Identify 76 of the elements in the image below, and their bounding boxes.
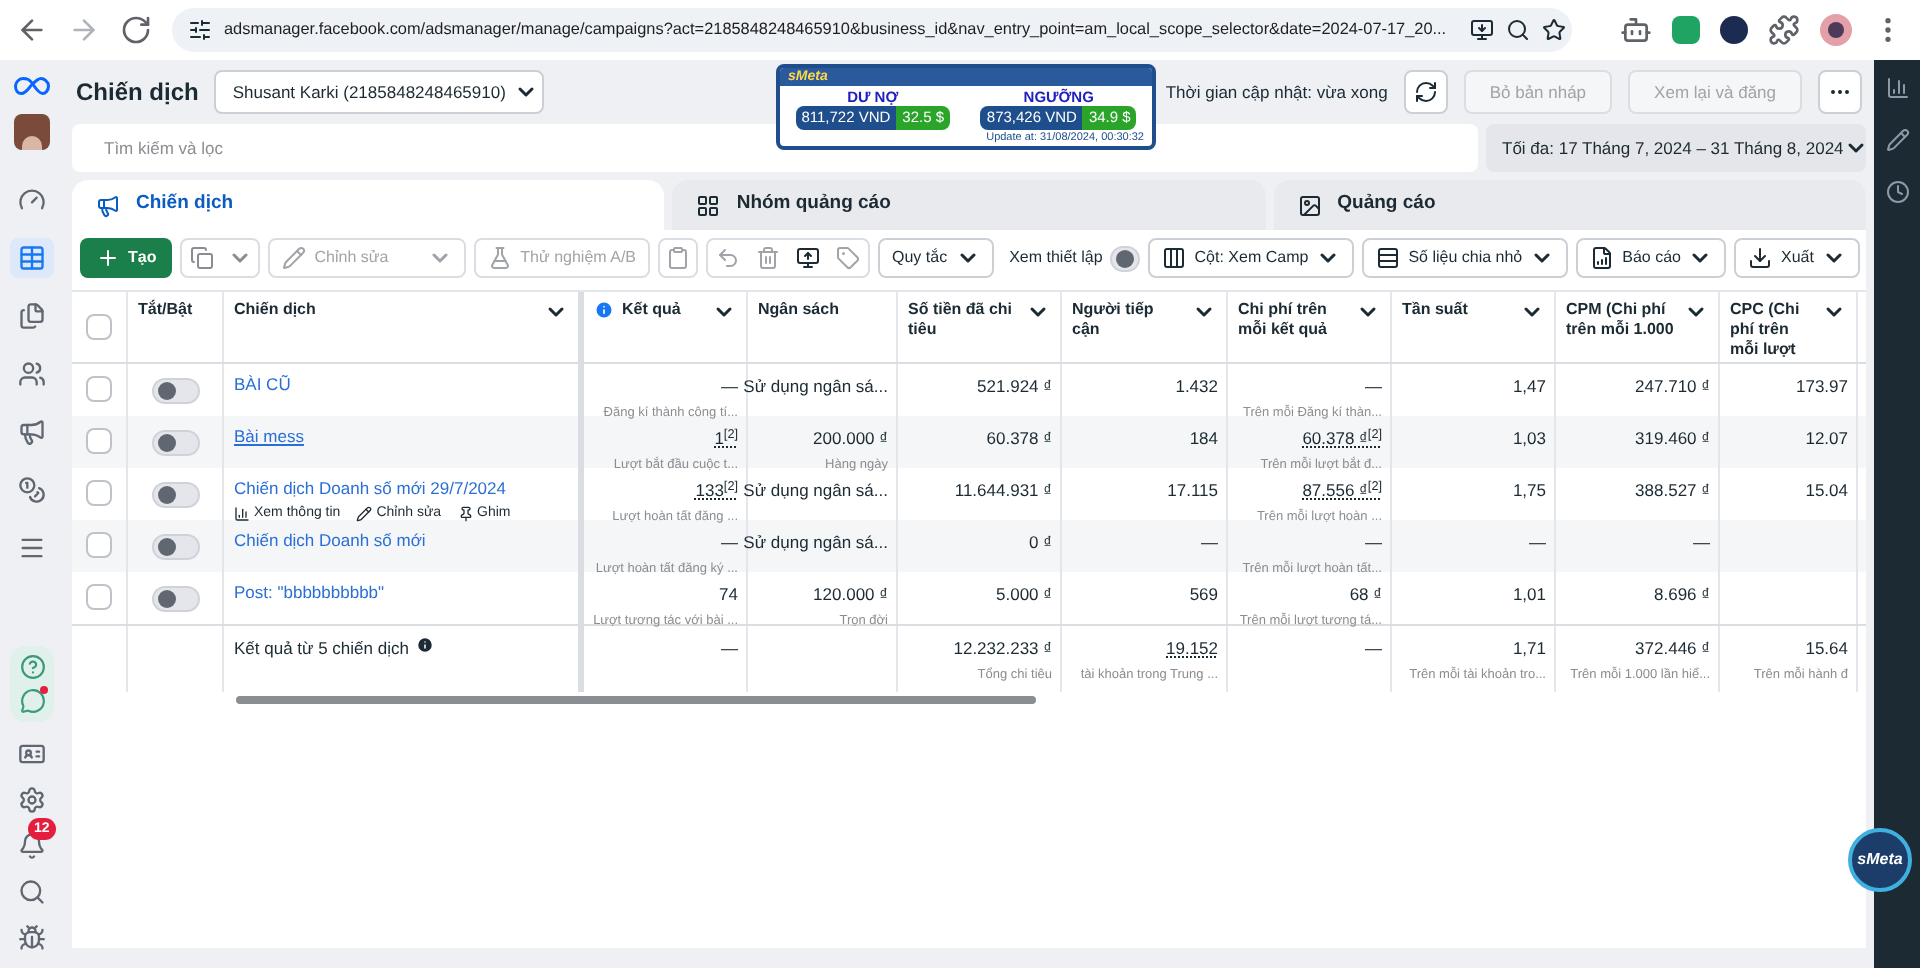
- table-cell: 15.04: [1805, 478, 1848, 504]
- table-cell: Sử dụng ngân sá...: [743, 530, 888, 556]
- date-range-picker[interactable]: Tối đa: 17 Tháng 7, 2024 – 31 Tháng 8, 2024: [1486, 124, 1866, 172]
- table-cell: 11.644.931 ₫: [954, 478, 1052, 504]
- update-status: Thời gian cập nhật: vừa xong: [1165, 79, 1388, 105]
- campaign-link[interactable]: Chiến dịch Doanh số mới: [234, 528, 426, 554]
- table-cell: 1,71: [1512, 636, 1546, 662]
- column-header[interactable]: Số tiền đã chi tiêu: [898, 292, 1062, 362]
- table-cell: —: [1365, 636, 1382, 662]
- total-label: Kết quả từ 5 chiến dịch: [234, 636, 409, 662]
- table-cell: 388.527 ₫: [1635, 478, 1710, 504]
- table-cell: Sử dụng ngân sá...: [743, 478, 888, 504]
- table-cell: 12.07: [1805, 426, 1848, 452]
- table-cell: 247.710 ₫: [1635, 374, 1710, 400]
- table-cell: 8.696 ₫: [1654, 582, 1710, 608]
- url-text: adsmanager.facebook.com/adsmanager/manage/campaigns?act=2185848248465910&business_id&nav_entry_point=am_local_scope_selector&date=2024-07-17_20...: [224, 17, 1447, 42]
- table-cell: 1,47: [1512, 374, 1546, 400]
- table-cell: —: [721, 530, 738, 556]
- view-setup-label: Xem thiết lập: [1009, 246, 1103, 270]
- table-cell: —: [721, 636, 738, 662]
- account-dropdown[interactable]: Shusant Karki (2185848248465910): [214, 70, 545, 114]
- column-header[interactable]: Chi phí trên mỗi kết quả: [1228, 292, 1392, 362]
- page-title: Chiến dịch: [76, 76, 199, 110]
- create-button[interactable]: Tạo: [80, 238, 173, 278]
- address-bar[interactable]: adsmanager.facebook.com/adsmanager/manage/campaigns?act=2185848248465910&business_id&nav_entry_point=am_local_scope_selector&date=2024-07-17_20...: [172, 8, 1572, 52]
- table-cell: 15.64: [1805, 636, 1848, 662]
- table-cell: —: [721, 374, 738, 400]
- table-cell: 12.232.233 ₫: [953, 636, 1052, 662]
- campaign-link[interactable]: Bài mess: [234, 424, 304, 450]
- column-header[interactable]: CPC (Chi phí trên mỗi lượt: [1720, 292, 1858, 362]
- tab[interactable]: Quảng cáo: [1273, 180, 1866, 230]
- table-cell: —: [1365, 374, 1382, 400]
- table-cell: 60.378 ₫: [986, 426, 1052, 452]
- table-cell: 372.446 ₫: [1635, 636, 1710, 662]
- export-dropdown[interactable]: Xuất: [1734, 238, 1860, 278]
- column-header[interactable]: CPM (Chi phí trên mỗi 1.000: [1556, 292, 1720, 362]
- table-cell: 200.000 ₫: [813, 426, 888, 452]
- table-cell: 120.000 ₫: [813, 582, 888, 608]
- column-header[interactable]: Tần suất: [1392, 292, 1556, 362]
- table-cell: 1,75: [1512, 478, 1546, 504]
- table-cell: 5.000 ₫: [996, 582, 1052, 608]
- reports-dropdown[interactable]: Báo cáo: [1576, 238, 1727, 278]
- campaign-link[interactable]: Post: "bbbbbbbbbb": [234, 580, 385, 606]
- column-header[interactable]: Ngân sách: [748, 292, 898, 362]
- table-cell: 1$^{[2]}$: [714, 426, 738, 452]
- table-cell: —: [1201, 530, 1218, 556]
- table-cell: 173.97: [1796, 374, 1848, 400]
- campaign-link[interactable]: BÀI CŨ: [234, 372, 291, 398]
- table-cell: 521.924 ₫: [977, 374, 1052, 400]
- table-cell: 0 ₫: [1029, 530, 1052, 556]
- campaign-link[interactable]: Chiến dịch Doanh số mới 29/7/2024: [234, 476, 506, 502]
- columns-dropdown[interactable]: Cột: Xem Camp: [1148, 238, 1355, 278]
- table-cell: Sử dụng ngân sá...: [743, 374, 888, 400]
- table-cell: 1,01: [1512, 582, 1546, 608]
- table-cell: 1,03: [1512, 426, 1546, 452]
- column-header[interactable]: Người tiếp cận: [1062, 292, 1228, 362]
- table-cell: —: [1365, 530, 1382, 556]
- column-header[interactable]: Tắt/Bật: [128, 292, 224, 362]
- table-cell: 74: [719, 582, 738, 608]
- table-cell: 1.432: [1175, 374, 1218, 400]
- column-header[interactable]: Kết quả: [584, 292, 748, 362]
- table-cell: 19.152: [1166, 636, 1218, 662]
- table-cell: 184: [1189, 426, 1218, 452]
- table-cell: 68 ₫: [1349, 582, 1382, 608]
- tab[interactable]: Nhóm quảng cáo: [672, 180, 1266, 230]
- tab[interactable]: Chiến dịch: [72, 180, 665, 230]
- table-cell: 133$^{[2]}$: [695, 478, 738, 504]
- table-cell: 17.115: [1167, 478, 1218, 504]
- table-cell: 87.556 ₫$^{[2]}$: [1302, 478, 1382, 504]
- table-cell: —: [1529, 530, 1546, 556]
- table-cell: 569: [1189, 582, 1218, 608]
- rules-dropdown[interactable]: Quy tắc: [878, 238, 994, 278]
- breakdown-dropdown[interactable]: Số liệu chia nhỏ: [1362, 238, 1569, 278]
- table-cell: —: [1693, 530, 1710, 556]
- table-cell: 319.460 ₫: [1635, 426, 1710, 452]
- table-cell: 60.378 ₫$^{[2]}$: [1302, 426, 1382, 452]
